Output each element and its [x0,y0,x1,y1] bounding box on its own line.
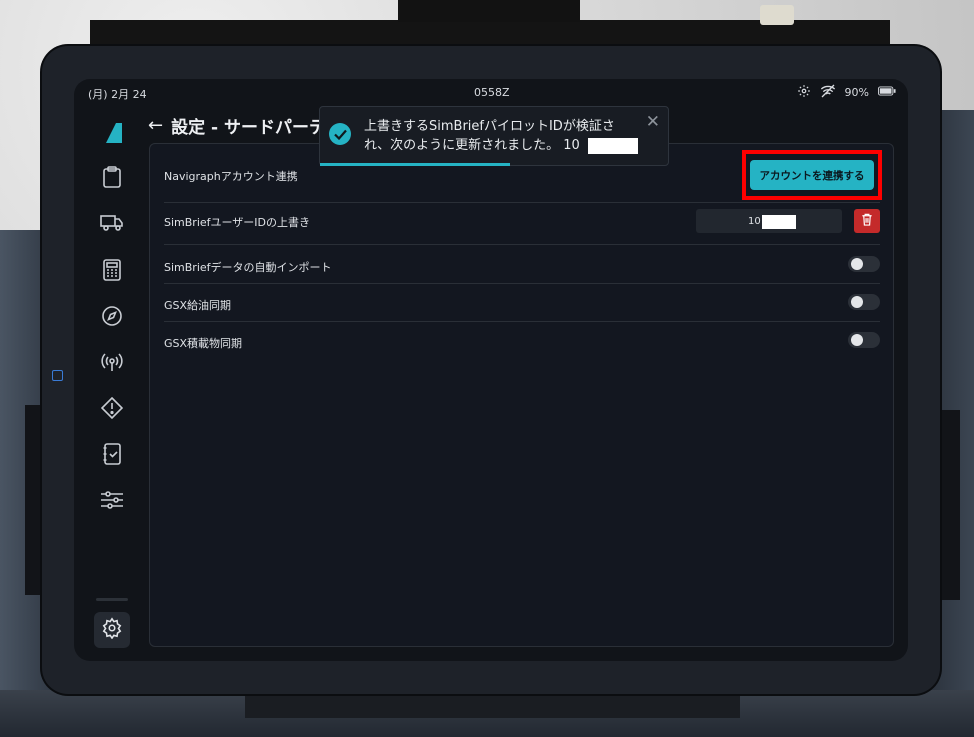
truck-icon[interactable] [100,211,124,235]
compass-icon[interactable] [100,304,124,328]
page-title: ← 設定 - サードパーテ [148,113,326,138]
status-clock: 0558Z [474,86,510,99]
status-date: (月) 2月 24 [88,88,147,101]
sidebar [74,105,148,661]
setting-row-simbrief-import: SimBriefデータの自動インポート [164,256,880,284]
setting-row-navigraph: Navigraphアカウント連携 アカウントを連携する [164,150,882,203]
status-bar: (月) 2月 24 0558Z 90% [74,79,908,105]
gsx-payload-toggle[interactable] [848,332,880,348]
redaction-mask [762,215,796,229]
trash-icon [861,213,873,229]
toast-notification: 上書きするSimBriefパイロットIDが検証され、次のように更新されました。 … [319,106,669,166]
gear-icon [101,617,123,643]
wifi-off-icon [820,84,836,101]
link-account-button[interactable]: アカウントを連携する [750,160,874,190]
delete-button[interactable] [854,209,880,233]
simbrief-id-label: SimBriefユーザーIDの上書き [164,216,311,229]
navigraph-label: Navigraphアカウント連携 [164,170,298,183]
mount-arm-left [25,405,43,595]
radio-icon[interactable] [100,350,124,374]
sliders-icon[interactable] [100,488,124,512]
check-circle-icon [329,123,351,145]
settings-panel: Navigraphアカウント連携 アカウントを連携する SimBriefユーザー… [149,143,894,647]
simbrief-id-value: 10 [748,215,761,227]
camera-icon [52,370,63,381]
logo-icon [102,123,122,147]
toast-progress [320,163,510,166]
battery-icon [878,86,896,99]
battery-label: 90% [844,86,869,99]
gear-icon[interactable] [797,84,811,101]
gsx-fuel-toggle[interactable] [848,294,880,310]
link-account-highlight: アカウントを連携する [742,150,882,200]
gsx-payload-label: GSX積載物同期 [164,337,243,350]
close-icon[interactable]: ✕ [646,112,660,132]
status-right: 90% [797,84,896,101]
simbrief-import-label: SimBriefデータの自動インポート [164,261,332,274]
back-arrow-icon[interactable]: ← [148,115,163,136]
calculator-icon[interactable] [100,258,124,282]
simbrief-import-toggle[interactable] [848,256,880,272]
setting-row-gsx-fuel: GSX給油同期 [164,294,880,322]
redaction-mask [588,138,638,154]
mount-arm-right [940,410,960,600]
background-bracket [398,0,580,22]
background-clip [760,5,794,25]
gsx-fuel-label: GSX給油同期 [164,299,232,312]
checklist-icon[interactable] [100,442,124,466]
page-title-text: 設定 - サードパーテ [171,118,326,138]
setting-row-simbrief-id: SimBriefユーザーIDの上書き 10 [164,209,880,245]
tablet-screen: (月) 2月 24 0558Z 90% ← 設定 - サードパーテ Navigr… [74,79,908,661]
warning-icon[interactable] [100,396,124,420]
sidebar-item-settings[interactable] [94,612,130,648]
clipboard-icon[interactable] [100,165,124,189]
setting-row-gsx-payload: GSX積載物同期 [164,332,880,359]
sidebar-divider [96,598,128,601]
